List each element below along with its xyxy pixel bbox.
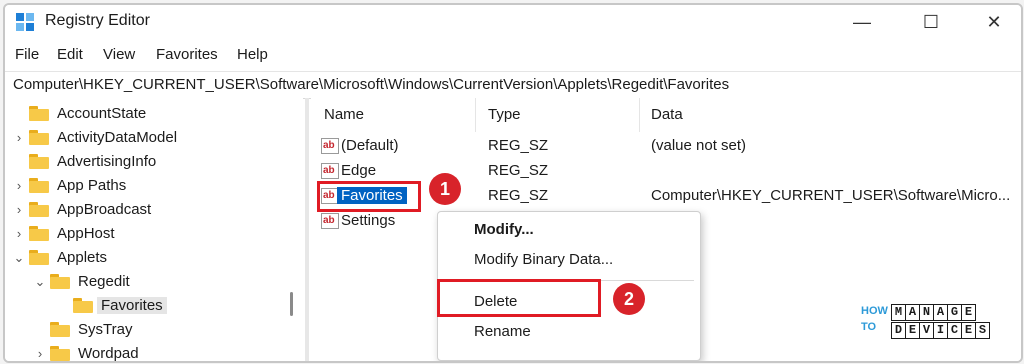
- value-type: REG_SZ: [488, 187, 549, 204]
- chevron-right-icon[interactable]: ›: [13, 130, 25, 145]
- highlight-delete-item: [437, 279, 601, 317]
- close-button[interactable]: ✕: [971, 5, 1017, 39]
- minimize-button[interactable]: —: [839, 5, 885, 39]
- column-header-type[interactable]: Type: [488, 98, 521, 132]
- registry-editor-window: Registry Editor — ☐ ✕ File Edit View Fav…: [3, 3, 1023, 363]
- tree-item-label: App Paths: [57, 177, 127, 194]
- howto-manage-devices-logo: HOW TO MANAGE DEVICES: [861, 304, 1011, 344]
- logo-how-text: HOW: [861, 305, 888, 317]
- logo-letter-cell: I: [933, 322, 948, 339]
- menu-help[interactable]: Help: [237, 46, 268, 63]
- tree-item-label: AppHost: [57, 225, 115, 242]
- folder-icon: [50, 274, 70, 289]
- logo-letter-cell: M: [891, 304, 906, 321]
- string-value-icon: ab: [321, 138, 339, 154]
- string-value-icon: ab: [321, 163, 339, 179]
- logo-letter-cell: E: [961, 322, 976, 339]
- value-row-default[interactable]: ab (Default) REG_SZ (value not set): [311, 134, 1021, 159]
- logo-letter-cell: E: [961, 304, 976, 321]
- chevron-right-icon[interactable]: ›: [13, 226, 25, 241]
- folder-icon: [29, 130, 49, 145]
- menu-item-modify-binary[interactable]: Modify Binary Data...: [474, 251, 613, 268]
- value-data: (value not set): [651, 137, 747, 154]
- column-header-name[interactable]: Name: [324, 98, 364, 132]
- registry-editor-icon: [16, 13, 34, 31]
- maximize-button[interactable]: ☐: [908, 5, 954, 39]
- folder-icon: [29, 154, 49, 169]
- chevron-down-icon[interactable]: ⌄: [13, 250, 25, 266]
- chevron-right-icon[interactable]: ›: [13, 202, 25, 217]
- value-name: Settings: [341, 212, 396, 229]
- folder-icon: [29, 226, 49, 241]
- menu-file[interactable]: File: [15, 46, 39, 63]
- key-tree-pane[interactable]: AccountState › ActivityDataModel Adverti…: [5, 98, 303, 361]
- logo-letter-cell: D: [891, 322, 906, 339]
- folder-icon: [50, 346, 70, 361]
- logo-letter-cell: G: [947, 304, 962, 321]
- logo-letter-cell: V: [919, 322, 934, 339]
- value-name: (Default): [341, 137, 399, 154]
- tree-item-label: Favorites: [97, 297, 167, 314]
- tree-item-label: SysTray: [78, 321, 133, 338]
- tree-item-label: Regedit: [78, 273, 130, 290]
- value-name: Edge: [341, 162, 377, 179]
- folder-icon: [29, 178, 49, 193]
- address-bar[interactable]: Computer\HKEY_CURRENT_USER\Software\Micr…: [5, 71, 1021, 99]
- tree-item-label: AdvertisingInfo: [57, 153, 157, 170]
- folder-icon: [50, 322, 70, 337]
- value-type: REG_SZ: [488, 162, 549, 179]
- title-bar: Registry Editor — ☐ ✕: [5, 5, 1021, 39]
- logo-letter-cell: A: [933, 304, 948, 321]
- tree-item-label: AppBroadcast: [57, 201, 152, 218]
- tree-item-label: AccountState: [57, 105, 147, 122]
- chevron-right-icon[interactable]: ›: [13, 178, 25, 193]
- folder-icon: [29, 106, 49, 121]
- column-header-data[interactable]: Data: [651, 98, 683, 132]
- folder-icon: [73, 298, 93, 313]
- menu-favorites[interactable]: Favorites: [156, 46, 218, 63]
- folder-icon: [29, 250, 49, 265]
- tree-item-label: ActivityDataModel: [57, 129, 178, 146]
- pane-splitter[interactable]: [305, 98, 309, 361]
- logo-letter-cell: C: [947, 322, 962, 339]
- address-path: Computer\HKEY_CURRENT_USER\Software\Micr…: [13, 76, 730, 93]
- window-title: Registry Editor: [45, 12, 150, 29]
- tree-scrollbar-thumb[interactable]: [290, 292, 293, 316]
- menu-item-rename[interactable]: Rename: [474, 323, 531, 340]
- highlight-favorites-value: [317, 181, 421, 212]
- value-data: Computer\HKEY_CURRENT_USER\Software\Micr…: [651, 187, 1011, 204]
- menu-item-modify[interactable]: Modify...: [474, 221, 534, 238]
- string-value-icon: ab: [321, 213, 339, 229]
- logo-letter-cell: A: [905, 304, 920, 321]
- step-2-badge: 2: [613, 283, 645, 315]
- menu-edit[interactable]: Edit: [57, 46, 83, 63]
- folder-icon: [29, 202, 49, 217]
- logo-letter-cell: E: [905, 322, 920, 339]
- logo-letter-cell: N: [919, 304, 934, 321]
- value-type: REG_SZ: [488, 137, 549, 154]
- logo-letter-cell: S: [975, 322, 990, 339]
- column-divider[interactable]: [639, 98, 640, 132]
- menu-view[interactable]: View: [103, 46, 135, 63]
- chevron-down-icon[interactable]: ⌄: [34, 274, 46, 290]
- chevron-right-icon[interactable]: ›: [34, 346, 46, 361]
- tree-item-label: Wordpad: [78, 345, 139, 361]
- logo-to-text: TO: [861, 321, 877, 333]
- tree-item-label: Applets: [57, 249, 108, 266]
- column-divider[interactable]: [475, 98, 476, 132]
- step-1-badge: 1: [429, 173, 461, 205]
